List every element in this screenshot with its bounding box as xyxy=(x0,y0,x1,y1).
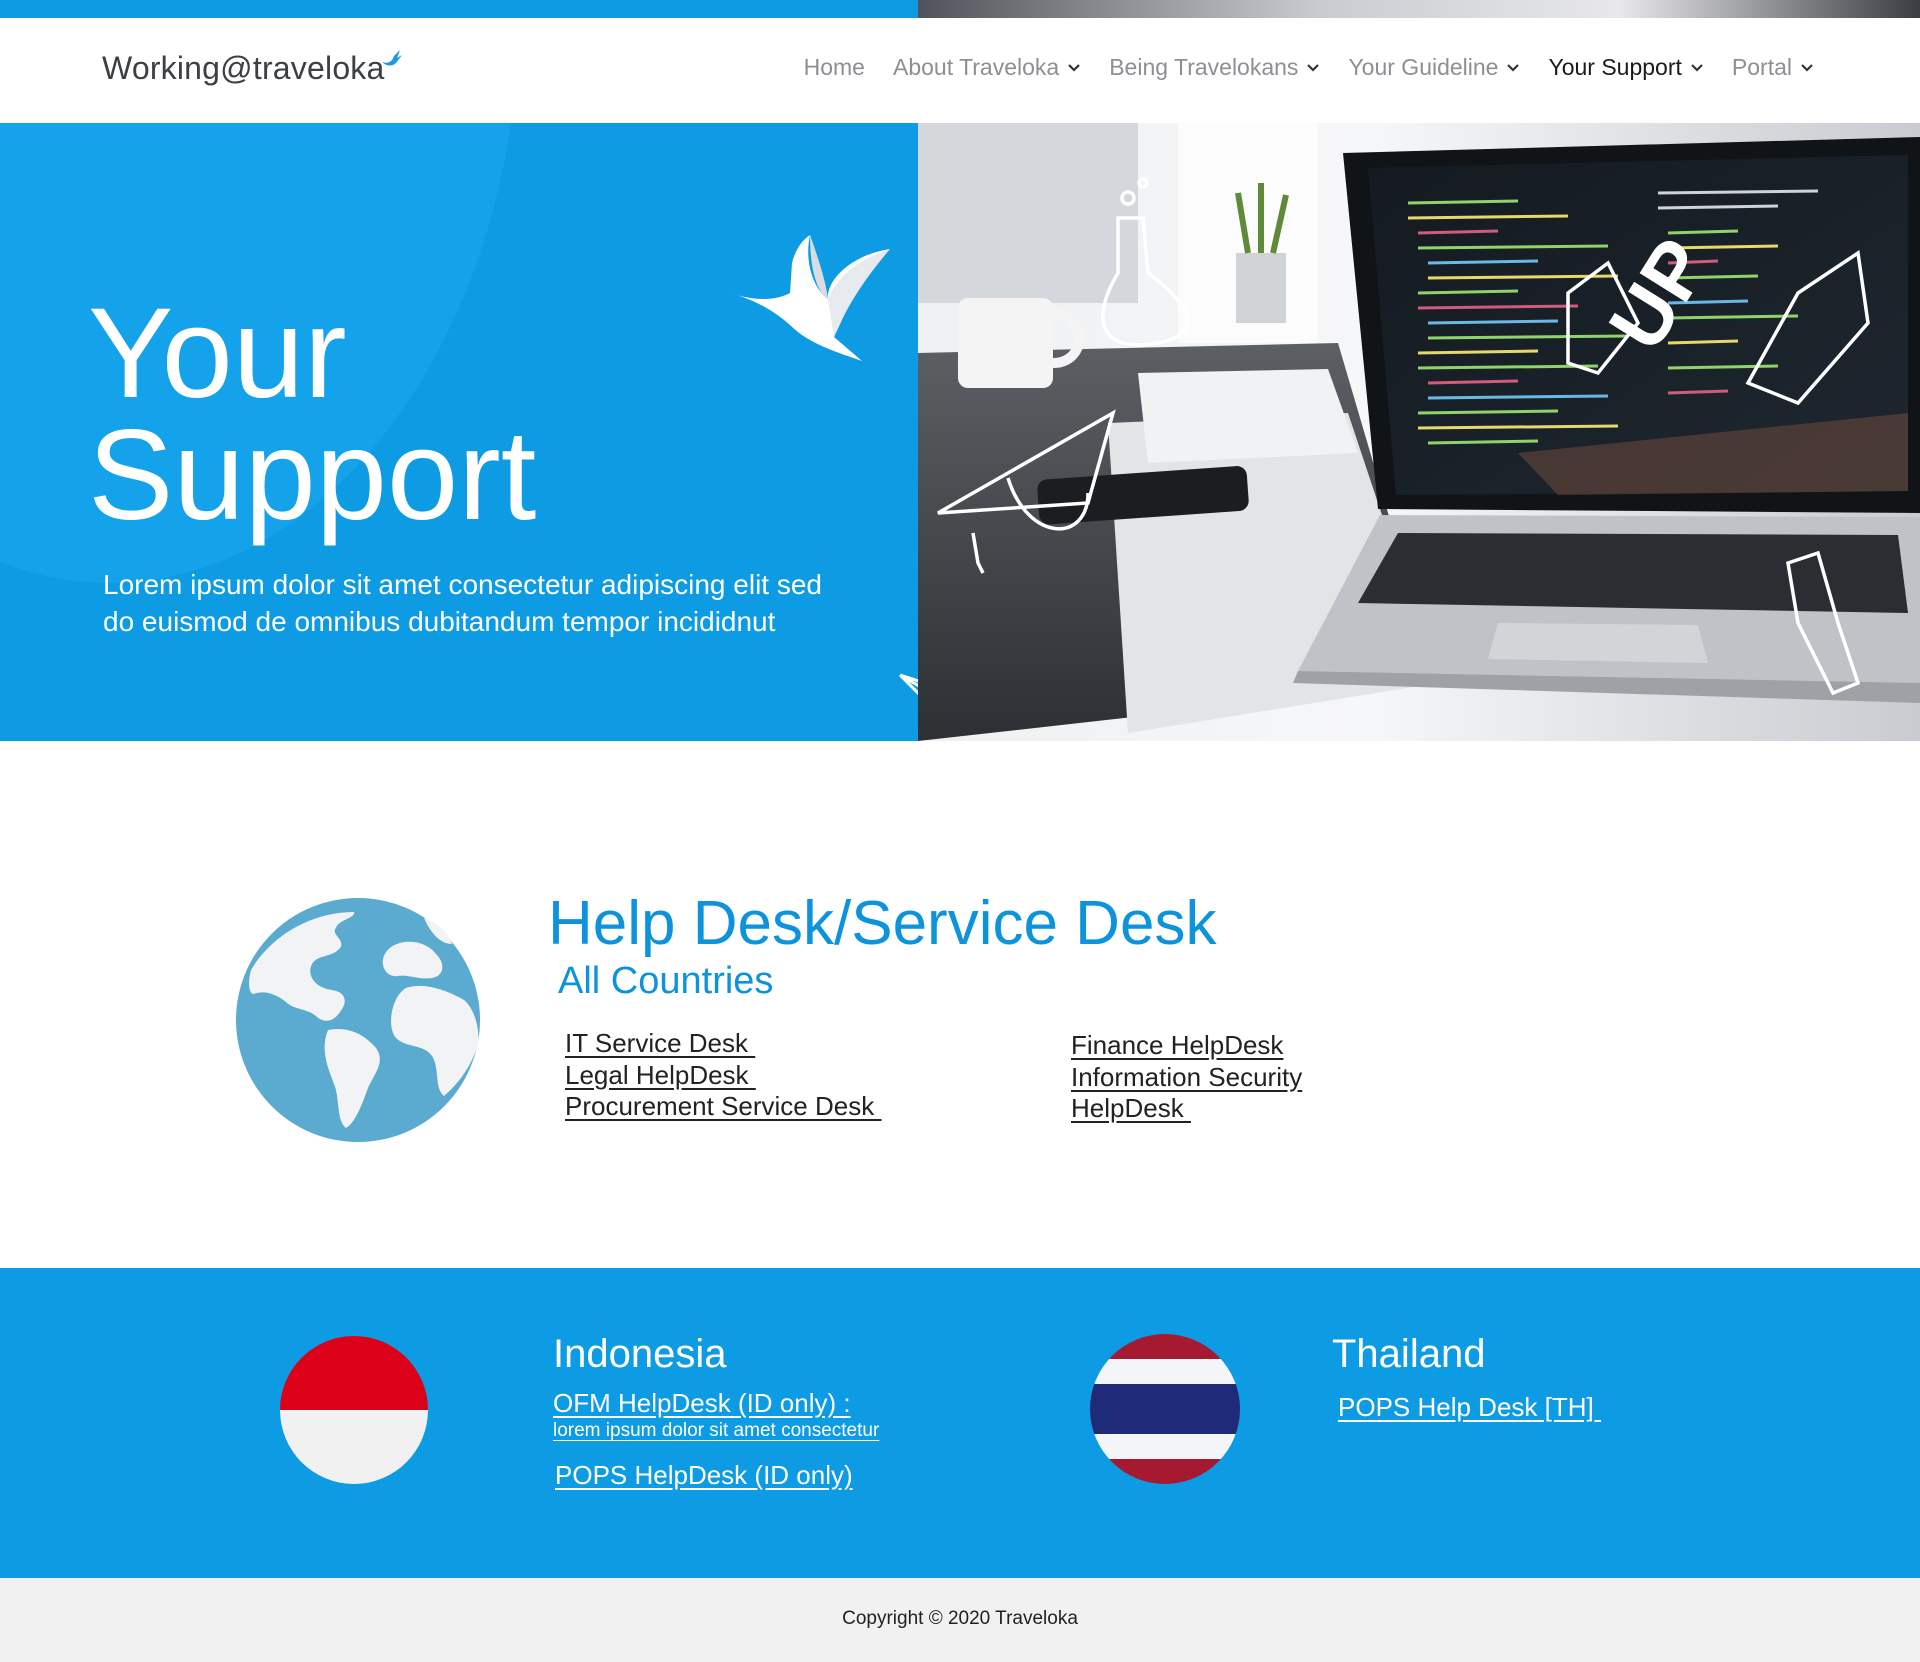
laptop-desk-image: UP xyxy=(918,123,1920,741)
helpdesk-links-right: Finance HelpDesk Information Security He… xyxy=(1071,1030,1302,1125)
chevron-down-icon xyxy=(1691,63,1703,72)
hero-laptop-photo: UP xyxy=(918,123,1920,741)
link-ofm-helpdesk-description[interactable]: lorem ipsum dolor sit amet consectetur xyxy=(553,1420,879,1442)
hero-subtitle: Lorem ipsum dolor sit amet consectetur a… xyxy=(103,566,903,640)
nav-your-support-label: Your Support xyxy=(1548,54,1682,80)
helpdesk-subtitle: All Countries xyxy=(558,960,774,1002)
nav-your-support[interactable]: Your Support xyxy=(1548,54,1703,81)
thailand-flag-white-top xyxy=(1090,1358,1240,1384)
indonesia-flag-red xyxy=(280,1336,428,1410)
nav-home[interactable]: Home xyxy=(804,54,865,81)
nav-home-label: Home xyxy=(803,54,865,80)
nav-about-traveloka-label: About Traveloka xyxy=(892,54,1060,80)
hero-title-line-2: Support xyxy=(88,404,537,547)
link-information-security-helpdesk[interactable]: HelpDesk xyxy=(1071,1093,1302,1125)
country-name-indonesia: Indonesia xyxy=(553,1332,727,1376)
link-pops-helpdesk-th[interactable]: POPS Help Desk [TH] xyxy=(1338,1392,1601,1423)
link-pops-helpdesk-id[interactable]: POPS HelpDesk (ID only) xyxy=(555,1460,853,1491)
nav-being-travelokans[interactable]: Being Travelokans xyxy=(1109,54,1320,81)
link-legal-helpdesk[interactable]: Legal HelpDesk xyxy=(565,1060,881,1092)
hero-title: Your Support xyxy=(88,290,536,540)
nav-being-travelokans-label: Being Travelokans xyxy=(1109,54,1299,80)
nav-your-guideline-label: Your Guideline xyxy=(1348,54,1499,80)
link-ofm-helpdesk[interactable]: OFM HelpDesk (ID only) : xyxy=(553,1388,851,1419)
chevron-down-icon xyxy=(1801,63,1813,72)
thailand-flag-icon xyxy=(1090,1334,1240,1484)
chevron-down-icon xyxy=(1068,63,1080,72)
main-nav: Home About Traveloka Being Travelokans Y… xyxy=(804,54,1814,81)
site-header: Working@traveloka Home About Traveloka B… xyxy=(0,18,1920,123)
globe-icon xyxy=(236,898,480,1142)
chevron-down-icon xyxy=(1307,63,1320,72)
indonesia-flag-white xyxy=(280,1410,428,1484)
top-strip-photo xyxy=(918,0,1920,18)
nav-portal-label: Portal xyxy=(1731,54,1792,80)
hero-banner: Your Support Lorem ipsum dolor sit amet … xyxy=(0,123,1920,741)
nav-your-guideline[interactable]: Your Guideline xyxy=(1348,54,1520,81)
nav-about-traveloka[interactable]: About Traveloka xyxy=(893,54,1081,81)
indonesia-flag-icon xyxy=(280,1336,428,1484)
thailand-flag-blue xyxy=(1090,1383,1240,1434)
hero-subtitle-line-1: Lorem ipsum dolor sit amet consectetur a… xyxy=(103,569,823,600)
thailand-flag-white-bottom xyxy=(1090,1433,1240,1459)
nav-portal[interactable]: Portal xyxy=(1732,54,1814,81)
site-logo[interactable]: Working@traveloka xyxy=(102,50,385,87)
paper-plane-icon xyxy=(898,673,918,696)
link-procurement-service-desk[interactable]: Procurement Service Desk xyxy=(565,1091,881,1123)
helpdesk-title: Help Desk/Service Desk xyxy=(548,889,1217,958)
site-footer: Copyright © 2020 Traveloka xyxy=(0,1578,1920,1662)
link-it-service-desk[interactable]: IT Service Desk xyxy=(565,1028,881,1060)
copyright-text: Copyright © 2020 Traveloka xyxy=(842,1608,1078,1629)
thailand-flag-red-bottom xyxy=(1090,1458,1240,1484)
helpdesk-links-left: IT Service Desk Legal HelpDesk Procureme… xyxy=(565,1028,881,1123)
hero-subtitle-line-2: do euismod de omnibus dubitandum tempor … xyxy=(103,606,776,637)
chevron-down-icon xyxy=(1507,63,1520,72)
country-name-thailand: Thailand xyxy=(1332,1332,1486,1376)
traveloka-bird-icon xyxy=(382,50,402,66)
link-finance-helpdesk[interactable]: Finance HelpDesk xyxy=(1071,1030,1302,1062)
country-helpdesks: Indonesia OFM HelpDesk (ID only) : lorem… xyxy=(0,1268,1920,1578)
top-strip-blue xyxy=(0,0,918,18)
hero-text-panel: Your Support Lorem ipsum dolor sit amet … xyxy=(0,123,918,741)
thailand-flag-red-top xyxy=(1090,1334,1240,1359)
bird-icon xyxy=(730,235,890,361)
top-strip xyxy=(0,0,1920,18)
link-information-security[interactable]: Information Security xyxy=(1071,1062,1302,1094)
